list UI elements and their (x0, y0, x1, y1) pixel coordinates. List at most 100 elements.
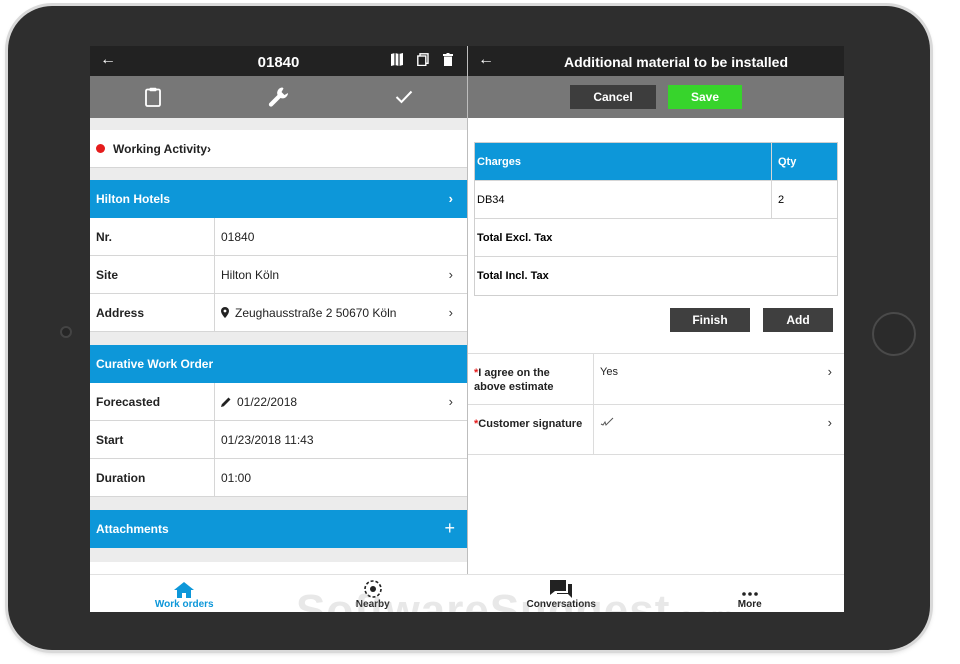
tab-more[interactable]: More (656, 575, 845, 612)
schedule-value: 01/23/2018 11:43 (221, 432, 314, 447)
pencil-icon (221, 397, 231, 407)
agree-text: I agree on the above estimate (474, 367, 554, 393)
schedule-row-start: Start 01/23/2018 11:43 (90, 421, 467, 459)
spacer (90, 332, 467, 345)
table-row[interactable]: DB34 2 (475, 181, 837, 219)
total-excl-label: Total Excl. Tax (477, 231, 553, 244)
tab-label: More (737, 599, 762, 610)
detail-row-site[interactable]: Site Hilton Köln › (90, 256, 467, 294)
activity-status-label: Working Activity (113, 141, 208, 156)
schedule-row-forecasted[interactable]: Forecasted 01/22/2018 › (90, 383, 467, 421)
save-button[interactable]: Save (668, 85, 742, 109)
total-incl-label: Total Incl. Tax (477, 270, 549, 282)
customer-signature-row[interactable]: *Customer signature › (468, 404, 844, 455)
chevron-right-icon: › (448, 305, 453, 320)
chevron-right-icon: › (448, 394, 453, 409)
tab-work-orders[interactable]: Work orders (90, 575, 279, 612)
header-actions (391, 53, 453, 69)
map-icon[interactable] (391, 53, 403, 69)
schedule-value: 01:00 (221, 470, 252, 485)
signature-label: *Customer signature (474, 417, 584, 431)
agree-estimate-row[interactable]: *I agree on the above estimate Yes › (468, 353, 844, 404)
attachments-section-header[interactable]: Attachments + (90, 510, 467, 548)
chevron-right-icon: › (207, 141, 212, 156)
panel-title: Additional material to be installed (563, 54, 789, 70)
home-icon (174, 582, 195, 598)
detail-value: 01840 (221, 229, 255, 244)
clipboard-icon[interactable] (90, 87, 216, 107)
table-header-row: Charges Qty (475, 143, 837, 181)
tab-label: Nearby (355, 599, 390, 610)
status-dot-icon (96, 144, 105, 153)
home-button[interactable] (872, 312, 916, 356)
right-action-bar: Cancel Save (468, 76, 844, 118)
schedule-row-duration: Duration 01:00 (90, 459, 467, 497)
nearby-icon (363, 580, 382, 598)
left-header: ← 01840 (90, 46, 467, 76)
divider (593, 405, 594, 454)
schedule-label: Duration (90, 459, 215, 496)
add-attachment-icon[interactable]: + (444, 518, 455, 539)
work-order-panel: ← 01840 Working Activity › Hilton Hotels… (90, 46, 468, 574)
location-pin-icon (221, 307, 229, 318)
camera-icon (60, 326, 72, 338)
chevron-right-icon: › (448, 267, 453, 282)
customer-section-header[interactable]: Hilton Hotels › (90, 180, 467, 218)
left-toolbar (90, 76, 467, 118)
divider (593, 354, 594, 404)
signature-scribble-icon (600, 417, 614, 430)
chat-icon (550, 580, 573, 598)
schedule-label: Forecasted (90, 383, 215, 420)
back-arrow-icon[interactable]: ← (478, 52, 494, 68)
add-button[interactable]: Add (763, 308, 833, 332)
customer-name: Hilton Hotels (96, 192, 170, 206)
order-type-section-header: Curative Work Order (90, 345, 467, 383)
detail-label: Site (90, 256, 215, 293)
detail-label: Nr. (90, 218, 215, 255)
detail-label: Address (90, 294, 215, 331)
chevron-right-icon: › (827, 364, 832, 379)
detail-row-nr: Nr. 01840 (90, 218, 467, 256)
chevron-right-icon: › (827, 415, 832, 430)
schedule-label: Start (90, 421, 215, 458)
material-panel: ← Additional material to be installed Ca… (468, 46, 844, 574)
agree-value: Yes (600, 366, 618, 378)
column-header-qty: Qty (771, 143, 837, 180)
order-type-label: Curative Work Order (96, 357, 214, 371)
charges-table: Charges Qty DB34 2 Total Excl. Tax Total… (474, 142, 838, 296)
wrench-icon[interactable] (216, 86, 342, 108)
tab-conversations[interactable]: Conversations (467, 575, 656, 612)
qty-cell: 2 (771, 181, 837, 218)
trash-icon[interactable] (443, 53, 453, 69)
detail-row-address[interactable]: Address Zeughausstraße 2 50670 Köln › (90, 294, 467, 332)
activity-status-row[interactable]: Working Activity › (90, 130, 467, 168)
address-value-container: Zeughausstraße 2 50670 Köln (215, 306, 467, 320)
app-screen: ← 01840 Working Activity › Hilton Hotels… (90, 46, 844, 612)
table-row-total-excl: Total Excl. Tax (475, 219, 837, 257)
schedule-value: 01/22/2018 (237, 394, 298, 409)
attachments-label: Attachments (96, 522, 169, 536)
right-header: ← Additional material to be installed (468, 46, 844, 76)
table-row-total-incl: Total Incl. Tax (475, 257, 837, 295)
more-icon (741, 592, 758, 596)
checkmark-icon[interactable] (341, 90, 467, 104)
forecast-value-container: 01/22/2018 (215, 395, 467, 409)
spacer (90, 118, 467, 130)
chevron-right-icon: › (448, 191, 453, 206)
detail-value: Zeughausstraße 2 50670 Köln (235, 305, 397, 320)
spacer (90, 548, 467, 562)
detail-value: Hilton Köln (221, 267, 280, 282)
signature-text: Customer signature (478, 418, 583, 430)
finish-button[interactable]: Finish (670, 308, 750, 332)
spacer (90, 168, 467, 180)
cancel-button[interactable]: Cancel (570, 85, 656, 109)
tab-label: Conversations (526, 599, 596, 610)
tab-nearby[interactable]: Nearby (279, 575, 468, 612)
charge-cell: DB34 (477, 193, 505, 206)
spacer (90, 497, 467, 510)
bottom-tab-bar: Work orders Nearby Conversations More (90, 574, 844, 612)
agree-label: *I agree on the above estimate (474, 366, 584, 394)
column-header-charges: Charges (477, 155, 522, 168)
copy-icon[interactable] (417, 53, 429, 69)
tab-label: Work orders (154, 599, 214, 610)
